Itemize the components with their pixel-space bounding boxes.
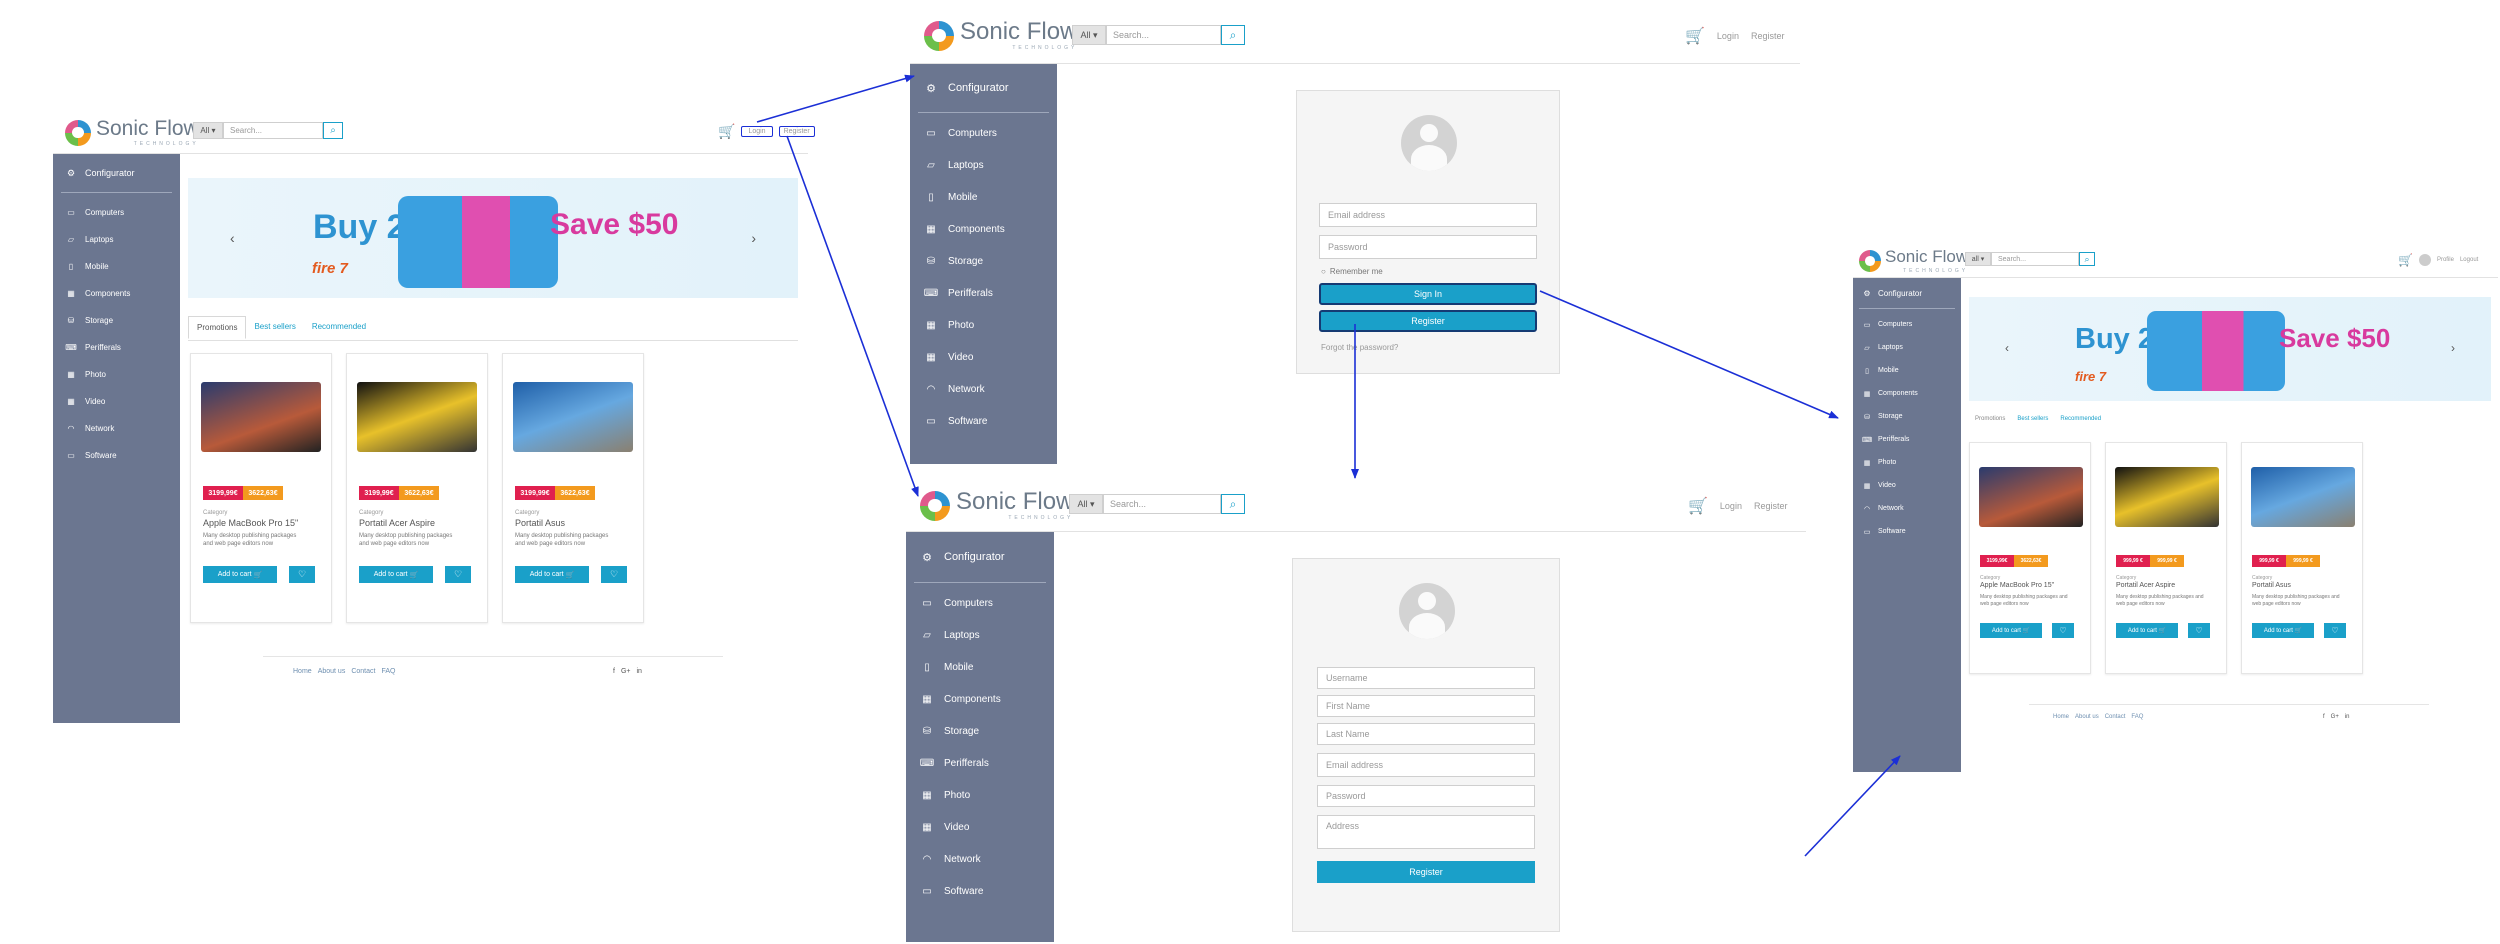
flow-arrows: [756, 74, 1901, 857]
arrow-register-submit-to-logged-in-home: [1804, 755, 1901, 857]
arrow-register-to-register-screen: [786, 135, 919, 497]
arrow-login-to-login-screen: [756, 74, 915, 123]
arrow-sign-in-to-logged-in-home: [1539, 290, 1839, 419]
